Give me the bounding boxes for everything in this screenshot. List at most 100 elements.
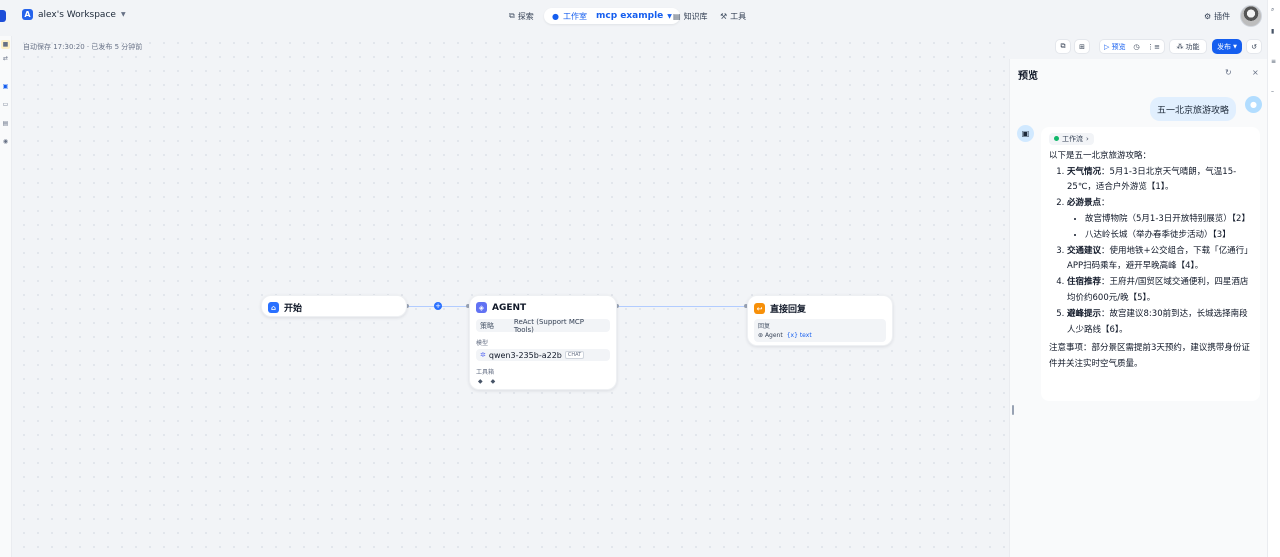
home-icon: ⌂ bbox=[268, 302, 279, 313]
nav-tools[interactable]: ⚒ 工具 bbox=[720, 8, 746, 24]
user-message: 五一北京旅游攻略 bbox=[1150, 97, 1236, 121]
layout-button[interactable]: ⊞ bbox=[1074, 39, 1090, 54]
model-name: qwen3-235b-a22b bbox=[488, 350, 562, 360]
item-label: 天气情况 bbox=[1067, 166, 1102, 177]
agent-node[interactable]: ◈ AGENT 策略 ReAct (Support MCP Tools) 模型 … bbox=[469, 295, 617, 390]
plugins-button[interactable]: ⚙ 插件 bbox=[1204, 11, 1230, 22]
agent-node-title: AGENT bbox=[492, 302, 527, 313]
autosave-status: 自动保存 17:30:20 · 已发布 5 分钟前 bbox=[23, 43, 143, 51]
bot-avatar-icon: ▣ bbox=[1017, 125, 1034, 142]
right-edge-strip: ⌕ ▮ ≡ – bbox=[1267, 0, 1280, 557]
app-icon[interactable]: ■ bbox=[1, 40, 10, 49]
publish-button[interactable]: 发布 ▼ bbox=[1212, 39, 1242, 54]
reply-variable: ⊛ Agent {x} text bbox=[758, 332, 882, 339]
panel-icon[interactable]: ▮ bbox=[1271, 28, 1274, 35]
list-item: 必游景点： 故宫博物院（5月1-3日开放特别展览）【2】 八达岭长城（举办春季徒… bbox=[1067, 196, 1252, 243]
strategy-value: ReAct (Support MCP Tools) bbox=[513, 317, 585, 334]
workflow-icon[interactable]: ▣ bbox=[1, 82, 10, 91]
menu-icon[interactable]: ≡ bbox=[1271, 58, 1276, 65]
nav-tools-label: 工具 bbox=[730, 11, 747, 21]
success-dot-icon bbox=[1054, 136, 1059, 141]
answer-intro: 以下是五一北京旅游攻略： bbox=[1049, 150, 1152, 161]
preview-button[interactable]: ▷ 预览 bbox=[1104, 42, 1126, 52]
logs-icon[interactable]: ▤ bbox=[1, 119, 10, 128]
model-label: 模型 bbox=[476, 340, 489, 347]
swap-icon[interactable]: ⇄ bbox=[1, 54, 10, 63]
agent-model[interactable]: ✲ qwen3-235b-a22b CHAT bbox=[476, 349, 610, 361]
features-button[interactable]: ⁂ 功能 bbox=[1169, 39, 1207, 54]
preview-label: 预览 bbox=[1111, 42, 1126, 51]
sights-list: 故宫博物院（5月1-3日开放特别展览）【2】 八达岭长城（举办春季徒步活动）【3… bbox=[1067, 212, 1252, 244]
user-avatar-icon: ● bbox=[1245, 96, 1262, 113]
strategy-label: 策略 bbox=[480, 321, 494, 330]
search-icon[interactable]: ⌕ bbox=[1271, 6, 1274, 14]
model-mode-badge: CHAT bbox=[564, 351, 585, 359]
workflow-tag[interactable]: 工作流 › bbox=[1049, 132, 1094, 145]
item-label: 交通建议 bbox=[1067, 245, 1102, 256]
settings-icon[interactable]: ◉ bbox=[1, 137, 10, 146]
plugin-icon: ⚙ bbox=[1204, 12, 1212, 21]
restart-icon[interactable]: ↻ bbox=[1225, 68, 1232, 77]
list-item: 避峰提示：故宫建议8:30前到达，长城选择南段人少路线【6】。 bbox=[1067, 307, 1252, 339]
reply-icon: ↩ bbox=[754, 303, 765, 314]
answer-note: 注意事项：部分景区需提前3天预约，建议携带身份证件并关注实时空气质量。 bbox=[1049, 343, 1250, 370]
current-app-name[interactable]: mcp example bbox=[596, 11, 663, 21]
workspace-logo: A bbox=[22, 9, 33, 20]
variable-name: text bbox=[799, 332, 812, 339]
chevron-down-icon: ▼ bbox=[1233, 43, 1237, 50]
monitor-icon[interactable]: ▭ bbox=[1, 100, 10, 109]
start-node[interactable]: ⌂ 开始 bbox=[261, 295, 407, 317]
left-sidebar: ■ ⇄ ▣ ▭ ▤ ◉ bbox=[0, 36, 12, 557]
variable-icon: {x} bbox=[786, 332, 798, 339]
answer-node[interactable]: ↩ 直接回复 回复 ⊛ Agent {x} text bbox=[747, 295, 893, 346]
book-icon: ▤ bbox=[673, 11, 681, 21]
list-item: 八达岭长城（举办春季徒步活动）【3】 bbox=[1085, 228, 1252, 244]
user-avatar[interactable] bbox=[1240, 5, 1262, 27]
list-item: 天气情况：5月1-3日北京天气晴朗，气温15-25℃，适合户外游览【1】。 bbox=[1067, 165, 1252, 197]
history-run-icon[interactable]: ◷ bbox=[1133, 43, 1139, 51]
chevron-right-icon: › bbox=[1086, 134, 1089, 143]
chevron-down-icon: ▼ bbox=[120, 11, 126, 18]
agent-strategy: 策略 ReAct (Support MCP Tools) bbox=[476, 317, 610, 334]
compass-icon: ⧉ bbox=[509, 11, 515, 20]
item-label: 住宿推荐 bbox=[1067, 277, 1102, 288]
plugins-label: 插件 bbox=[1214, 12, 1231, 21]
agent-mini-icon: ⊛ bbox=[758, 332, 764, 339]
chevron-down-icon: ▼ bbox=[667, 12, 672, 20]
checklist-icon: ⧉ bbox=[1060, 42, 1066, 50]
item-text: ： bbox=[1101, 198, 1110, 209]
tools-label: 工具箱 bbox=[476, 369, 495, 376]
dash-icon[interactable]: – bbox=[1271, 88, 1274, 95]
top-header: A alex's Workspace ▼ ⧉ 探索 ● 工作室 mcp exam… bbox=[0, 0, 1280, 34]
add-node-icon[interactable]: + bbox=[434, 302, 442, 310]
list-item: 住宿推荐：王府井/国贸区域交通便利，四星酒店均价约600元/晚【5】。 bbox=[1067, 275, 1252, 307]
answer-reply: 回复 ⊛ Agent {x} text bbox=[754, 319, 886, 342]
nav-explore[interactable]: ⧉ 探索 bbox=[509, 8, 534, 24]
tool-icon[interactable]: ◆ bbox=[478, 378, 483, 385]
close-icon[interactable]: × bbox=[1252, 68, 1259, 77]
reply-label: 回复 bbox=[758, 323, 771, 330]
variables-icon[interactable]: ⋮≡ bbox=[1147, 43, 1160, 51]
preview-title: 预览 bbox=[1018, 71, 1038, 82]
workspace-switcher[interactable]: A alex's Workspace ▼ bbox=[22, 9, 126, 20]
preview-panel: 预览 ↻ × 五一北京旅游攻略 ● ▣ 工作流› 以下是五一北京旅游攻略： 天气… bbox=[1009, 59, 1267, 557]
checklist-button[interactable]: ⧉ bbox=[1055, 39, 1071, 54]
app-logo[interactable] bbox=[0, 10, 6, 22]
resize-handle[interactable] bbox=[1012, 405, 1014, 415]
tools-icon: ⚒ bbox=[720, 11, 728, 21]
variable-source: Agent bbox=[764, 332, 783, 339]
workspace-name: alex's Workspace bbox=[38, 9, 116, 20]
agent-tools: ◆ ◆ bbox=[476, 378, 610, 385]
edge-agent-answer[interactable] bbox=[617, 306, 747, 307]
nav-studio[interactable]: ● 工作室 mcp example ▼ bbox=[544, 8, 680, 24]
nav-knowledge-label: 知识库 bbox=[683, 11, 708, 21]
nav-studio-label: 工作室 bbox=[562, 11, 587, 21]
tool-icon[interactable]: ◆ bbox=[491, 378, 496, 385]
bot-answer: 工作流› 以下是五一北京旅游攻略： 天气情况：5月1-3日北京天气晴朗，气温15… bbox=[1041, 127, 1260, 401]
publish-label: 发布 bbox=[1217, 42, 1232, 51]
nav-knowledge[interactable]: ▤ 知识库 bbox=[673, 8, 708, 24]
list-item: 故宫博物院（5月1-3日开放特别展览）【2】 bbox=[1085, 212, 1252, 228]
nav-explore-label: 探索 bbox=[517, 11, 534, 21]
answer-list: 天气情况：5月1-3日北京天气晴朗，气温15-25℃，适合户外游览【1】。 必游… bbox=[1049, 165, 1252, 339]
version-history-button[interactable]: ↺ bbox=[1246, 39, 1262, 54]
